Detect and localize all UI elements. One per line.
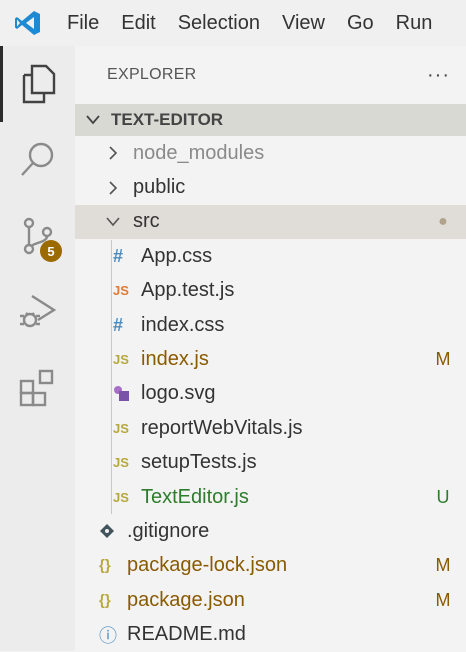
modified-status: M <box>435 589 451 610</box>
tree-folder-public[interactable]: public <box>75 170 466 204</box>
tree-item-name: node_modules <box>133 141 265 164</box>
tree-file-gitignore[interactable]: .gitignore <box>75 514 466 548</box>
modified-status: M <box>435 555 451 576</box>
tree-item-name: public <box>133 176 186 199</box>
tree-file-app-test-js[interactable]: JS App.test.js <box>75 274 466 308</box>
chevron-down-icon <box>83 115 103 125</box>
menu-run[interactable]: Run <box>385 0 444 46</box>
modified-status: M <box>435 349 451 370</box>
js-file-icon: JS <box>113 352 129 368</box>
tree-folder-src[interactable]: src ● <box>75 204 466 240</box>
tree-item-name: package.json <box>127 588 245 611</box>
tree-file-index-js[interactable]: JS index.js M <box>75 342 466 376</box>
js-test-file-icon: JS <box>113 283 129 299</box>
menu-view[interactable]: View <box>271 0 336 46</box>
more-actions-icon[interactable]: ··· <box>427 64 450 87</box>
explorer-title: EXPLORER <box>107 66 197 83</box>
git-file-icon <box>99 523 127 539</box>
activity-bar: 5 <box>0 46 75 651</box>
menu-bar: File Edit Selection View Go Run <box>0 0 466 46</box>
chevron-down-icon <box>103 217 123 227</box>
tree-file-index-css[interactable]: # index.css <box>75 308 466 342</box>
source-control-icon[interactable]: 5 <box>0 198 75 274</box>
tree-file-package-lock-json[interactable]: {} package-lock.json M <box>75 549 466 583</box>
explorer-sidebar: EXPLORER ··· TEXT-EDITOR node_modules pu… <box>75 46 466 651</box>
tree-item-name: index.js <box>141 348 209 371</box>
tree-item-name: index.css <box>141 313 225 336</box>
run-debug-icon[interactable] <box>0 274 75 350</box>
project-section-header[interactable]: TEXT-EDITOR <box>75 104 466 136</box>
tree-item-name: setupTests.js <box>141 451 257 474</box>
vscode-logo-icon <box>0 0 56 46</box>
tree-file-texteditor-js[interactable]: JS TextEditor.js U <box>75 480 466 514</box>
untracked-status: U <box>436 486 450 507</box>
tree-file-logo-svg[interactable]: logo.svg <box>75 377 466 411</box>
project-name: TEXT-EDITOR <box>111 110 224 129</box>
tree-item-name: package-lock.json <box>127 554 288 577</box>
extensions-icon[interactable] <box>0 350 75 426</box>
tree-item-name: .gitignore <box>127 519 210 542</box>
tree-item-name: TextEditor.js <box>141 485 249 508</box>
tree-item-name: README.md <box>127 623 246 646</box>
js-file-icon: JS <box>113 489 129 505</box>
tree-file-app-css[interactable]: # App.css <box>75 239 466 273</box>
explorer-header: EXPLORER ··· <box>75 46 466 104</box>
search-icon[interactable] <box>0 122 75 198</box>
tree-item-name: App.test.js <box>141 279 235 302</box>
tree-folder-node-modules[interactable]: node_modules <box>75 136 466 170</box>
js-file-icon: JS <box>113 455 129 471</box>
tree-file-reportwebvitals-js[interactable]: JS reportWebVitals.js <box>75 411 466 445</box>
explorer-activity-icon[interactable] <box>0 46 75 122</box>
source-control-badge: 5 <box>40 240 62 262</box>
file-tree: node_modules public src ● # App.css JS A… <box>75 136 466 652</box>
info-file-icon: ⓘ <box>99 625 117 646</box>
tree-item-name: App.css <box>141 244 213 267</box>
menu-selection[interactable]: Selection <box>167 0 271 46</box>
css-file-icon: # <box>113 245 124 266</box>
tree-file-readme-md[interactable]: ⓘ README.md <box>75 617 466 651</box>
svg-file-icon <box>113 385 141 403</box>
menu-file[interactable]: File <box>56 0 110 46</box>
menu-edit[interactable]: Edit <box>110 0 166 46</box>
tree-item-name: logo.svg <box>141 382 216 405</box>
menu-go[interactable]: Go <box>336 0 385 46</box>
tree-item-name: src <box>133 210 160 233</box>
css-file-icon: # <box>113 314 124 335</box>
chevron-right-icon <box>103 146 123 160</box>
chevron-right-icon <box>103 181 123 195</box>
tree-file-package-json[interactable]: {} package.json M <box>75 583 466 617</box>
modified-dot-status: ● <box>438 212 448 230</box>
json-file-icon: {} <box>99 557 111 575</box>
tree-file-setuptests-js[interactable]: JS setupTests.js <box>75 446 466 480</box>
js-file-icon: JS <box>113 420 129 436</box>
json-file-icon: {} <box>99 591 111 609</box>
tree-item-name: reportWebVitals.js <box>141 416 303 439</box>
